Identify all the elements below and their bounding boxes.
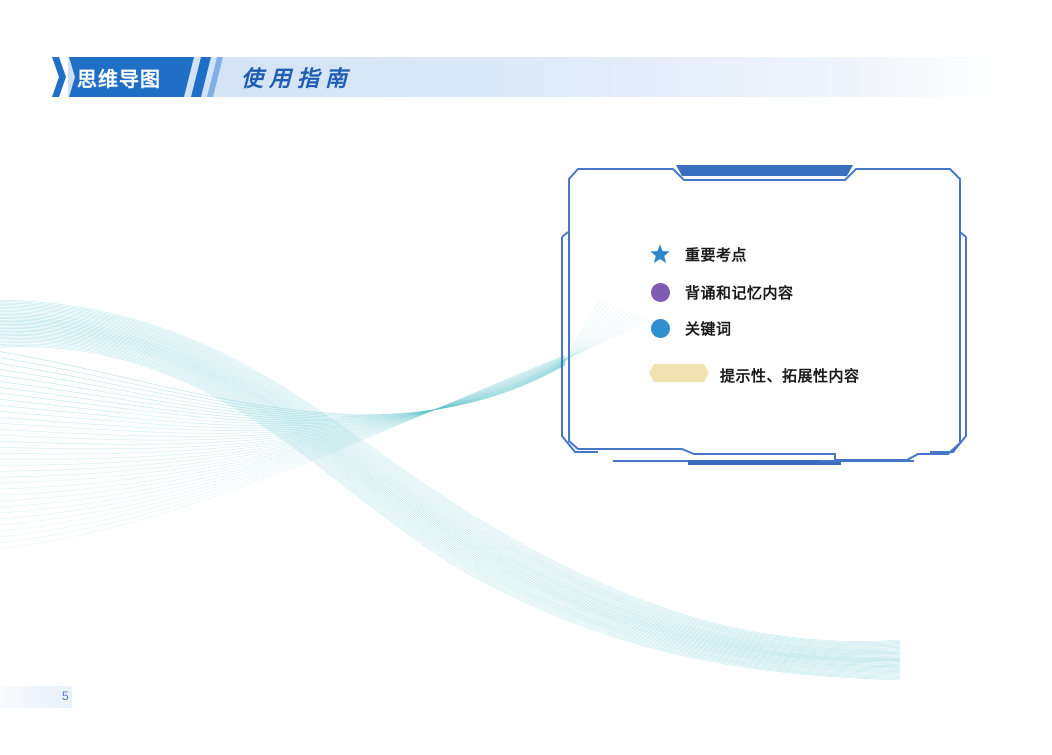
- frame-outline: [568, 168, 961, 461]
- header-title: 思维导图: [77, 67, 161, 91]
- header-stripe: [191, 57, 211, 97]
- wave-line: [0, 358, 566, 484]
- legend-item-hint: 提示性、拓展性内容: [648, 363, 860, 387]
- legend-item-important: 重要考点: [649, 243, 747, 265]
- wave-line: [0, 359, 566, 460]
- purple-dot-icon: [649, 281, 671, 303]
- legend-label: 关键词: [685, 319, 732, 338]
- legend-item-memorize: 背诵和记忆内容: [649, 281, 794, 303]
- wave-line: [0, 356, 566, 508]
- blue-dot-icon: [649, 317, 671, 339]
- legend-frame: [561, 165, 967, 465]
- page-header: 思维导图 使用指南: [48, 52, 1008, 98]
- frame-top-tab: [676, 165, 853, 176]
- chevron-right-icon: [52, 57, 66, 97]
- page-number: 5: [62, 689, 69, 703]
- legend-item-keyword: 关键词: [649, 317, 732, 339]
- wave-line: [0, 363, 566, 417]
- legend-label: 背诵和记忆内容: [685, 283, 794, 302]
- legend-label: 重要考点: [685, 245, 748, 264]
- header-subtitle: 使用指南: [241, 67, 354, 92]
- wave-line: [0, 357, 566, 416]
- star-icon: [649, 243, 671, 265]
- hexagon-tag-icon: [648, 363, 710, 387]
- frame-left-bracket: [561, 237, 598, 453]
- legend-label: 提示性、拓展性内容: [720, 366, 860, 385]
- wave-line: [0, 351, 566, 415]
- frame-bottom-tab: [688, 460, 841, 465]
- frame-corner: [561, 231, 569, 238]
